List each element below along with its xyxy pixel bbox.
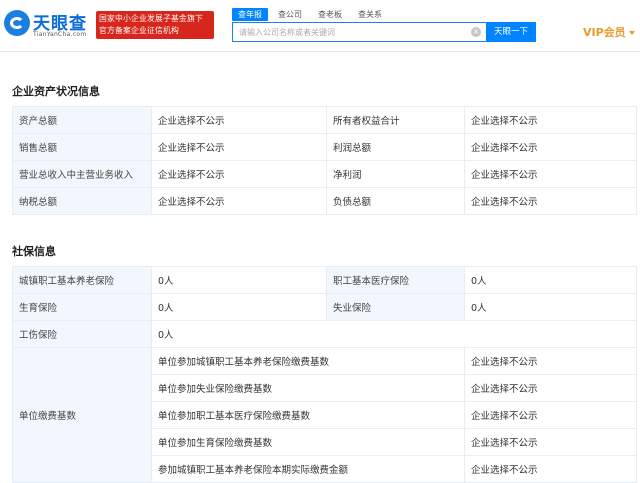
tab-boss[interactable]: 查老板 [312, 8, 348, 21]
contribution-item-value: 企业选择不公示 [464, 374, 637, 402]
badge-line-1: 国家中小企业发展子基金旗下 [99, 14, 203, 23]
tab-annual-report[interactable]: 查年报 [232, 8, 268, 21]
vip-member-menu[interactable]: VIP会员 [583, 24, 635, 40]
tab-company[interactable]: 查公司 [272, 8, 308, 21]
assets-label: 纳税总额 [12, 187, 152, 215]
assets-label: 负债总额 [326, 187, 465, 215]
table-row: 营业总收入中主营业务收入 企业选择不公示 净利润 企业选择不公示 [12, 160, 637, 188]
social-label: 失业保险 [326, 293, 465, 321]
contribution-item-value: 企业选择不公示 [464, 347, 637, 375]
assets-value: 企业选择不公示 [151, 187, 327, 215]
table-row: 纳税总额 企业选择不公示 负债总额 企业选择不公示 [12, 187, 637, 215]
assets-value: 企业选择不公示 [151, 106, 327, 134]
assets-value: 企业选择不公示 [151, 133, 327, 161]
search-tabs: 查年报 查公司 查老板 查关系 [232, 8, 392, 21]
assets-label: 净利润 [326, 160, 465, 188]
social-section-title: 社保信息 [12, 245, 56, 258]
table-row: 单位缴费基数 单位参加城镇职工基本养老保险缴费基数 企业选择不公示 [12, 347, 637, 483]
contribution-item-value: 企业选择不公示 [464, 401, 637, 429]
social-value: 0人 [464, 293, 637, 321]
table-row: 城镇职工基本养老保险 0人 职工基本医疗保险 0人 [12, 266, 637, 294]
official-badge: 国家中小企业发展子基金旗下 官方备案企业征信机构 [96, 11, 214, 39]
social-table: 城镇职工基本养老保险 0人 职工基本医疗保险 0人 生育保险 0人 失业保险 0… [12, 266, 637, 348]
clear-circle-icon[interactable]: × [471, 27, 481, 37]
search-input[interactable]: 请输入公司名称或者关键词 × [232, 22, 486, 42]
tab-relation[interactable]: 查关系 [352, 8, 388, 21]
assets-label: 营业总收入中主营业务收入 [12, 160, 152, 188]
assets-section-title: 企业资产状况信息 [12, 85, 100, 98]
assets-table: 资产总额 企业选择不公示 所有者权益合计 企业选择不公示 销售总额 企业选择不公… [12, 106, 637, 215]
social-label: 生育保险 [12, 293, 152, 321]
assets-label: 利润总额 [326, 133, 465, 161]
site-logo[interactable]: 天眼查 TianYanCha.com [4, 9, 94, 41]
table-row: 资产总额 企业选择不公示 所有者权益合计 企业选择不公示 [12, 106, 637, 134]
assets-value: 企业选择不公示 [464, 187, 637, 215]
contribution-item-value: 企业选择不公示 [464, 428, 637, 456]
assets-label: 资产总额 [12, 106, 152, 134]
search-placeholder: 请输入公司名称或者关键词 [239, 28, 335, 37]
chevron-down-icon [628, 31, 635, 35]
contribution-base-label: 单位缴费基数 [12, 347, 152, 483]
assets-value: 企业选择不公示 [151, 160, 327, 188]
social-label: 职工基本医疗保险 [326, 266, 465, 294]
contribution-item-label: 单位参加失业保险缴费基数 [151, 374, 465, 402]
contribution-item-label: 单位参加生育保险缴费基数 [151, 428, 465, 456]
contribution-item-label: 单位参加职工基本医疗保险缴费基数 [151, 401, 465, 429]
table-row: 生育保险 0人 失业保险 0人 [12, 293, 637, 321]
assets-label: 所有者权益合计 [326, 106, 465, 134]
top-header: 天眼查 TianYanCha.com 国家中小企业发展子基金旗下 官方备案企业征… [0, 0, 640, 52]
social-value: 0人 [151, 320, 637, 348]
assets-value: 企业选择不公示 [464, 133, 637, 161]
contribution-item-label: 参加城镇职工基本养老保险本期实际缴费金额 [151, 455, 465, 483]
social-value: 0人 [151, 293, 327, 321]
table-row: 销售总额 企业选择不公示 利润总额 企业选择不公示 [12, 133, 637, 161]
logo-domain: TianYanCha.com [33, 31, 87, 38]
eye-logo-icon [4, 10, 30, 36]
badge-line-2: 官方备案企业征信机构 [99, 26, 179, 35]
vip-label: VIP会员 [583, 26, 626, 39]
assets-value: 企业选择不公示 [464, 160, 637, 188]
contribution-base-table: 单位缴费基数 单位参加城镇职工基本养老保险缴费基数 企业选择不公示 单位参加失业… [12, 347, 637, 483]
search-button[interactable]: 天眼一下 [486, 22, 536, 42]
contribution-item-value: 企业选择不公示 [464, 455, 637, 483]
social-label: 工伤保险 [12, 320, 152, 348]
contribution-item-label: 单位参加城镇职工基本养老保险缴费基数 [151, 347, 465, 375]
social-value: 0人 [464, 266, 637, 294]
social-value: 0人 [151, 266, 327, 294]
social-label: 城镇职工基本养老保险 [12, 266, 152, 294]
assets-value: 企业选择不公示 [464, 106, 637, 134]
table-row: 工伤保险 0人 [12, 320, 637, 348]
assets-label: 销售总额 [12, 133, 152, 161]
